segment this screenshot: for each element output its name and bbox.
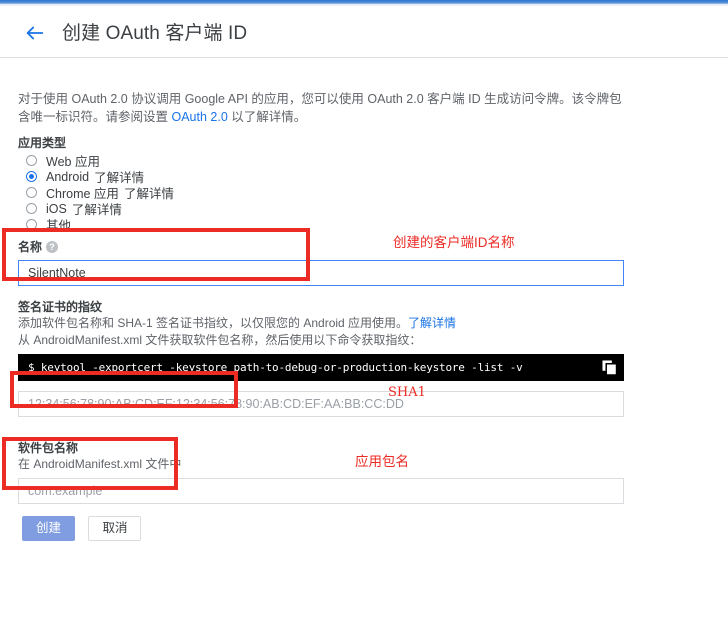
oauth-docs-link[interactable]: OAuth 2.0 [171,110,227,124]
ios-learn-more-link[interactable]: 了解详情 [72,199,122,218]
page-title: 创建 OAuth 客户端 ID [62,23,248,44]
package-name-description: 在 AndroidManifest.xml 文件中 [18,457,182,471]
radio-other-label: 其他 [46,219,72,233]
radio-web-label: Web 应用 [46,155,100,169]
package-name-label: 软件包名称 [18,441,79,455]
cancel-button[interactable]: 取消 [88,516,142,541]
package-name-section: 软件包名称 在 AndroidManifest.xml 文件中 [18,439,624,504]
radio-option-chrome[interactable]: Chrome 应用 了解详情 [18,183,318,202]
radio-android-label: Android [46,169,90,184]
sha1-fingerprint-input[interactable] [18,391,624,417]
keytool-command-text: $ keytool -exportcert -keystore path-to-… [28,361,523,374]
help-icon[interactable]: ? [46,241,59,253]
name-input[interactable] [18,260,624,286]
radio-option-android[interactable]: Android 了解详情 [18,169,318,185]
fingerprint-desc-text: 添加软件包名称和 SHA-1 签名证书指纹，以仅限您的 Android 应用使用… [18,316,409,330]
fingerprint-learn-more-link[interactable]: 了解详情 [408,316,456,330]
fingerprint-section: 签名证书的指纹 添加软件包名称和 SHA-1 签名证书指纹，以仅限您的 Andr… [18,298,624,417]
radio-other-icon[interactable] [26,219,37,230]
radio-option-web[interactable]: Web 应用 [18,153,318,169]
create-oauth-client-id-page: 创建 OAuth 客户端 ID 对于使用 OAuth 2.0 协议调用 Goog… [0,0,728,624]
name-section: 名称? [18,238,624,286]
package-name-input[interactable] [18,478,624,504]
intro-paragraph: 对于使用 OAuth 2.0 协议调用 Google API 的应用，您可以使用… [18,90,632,126]
radio-option-other[interactable]: 其他 [18,217,318,233]
back-button[interactable] [22,20,48,46]
page-header: 创建 OAuth 客户端 ID [0,7,728,57]
fingerprint-description-2: 从 AndroidManifest.xml 文件获取软件包名称，然后使用以下命令… [18,333,422,347]
radio-ios-label: iOS [46,201,67,216]
radio-android-icon[interactable] [26,171,37,182]
radio-option-ios[interactable]: iOS 了解详情 [18,199,318,218]
radio-ios-icon[interactable] [26,203,37,214]
copy-icon[interactable] [602,360,618,376]
radio-chrome-icon[interactable] [26,187,37,198]
keytool-command-block: $ keytool -exportcert -keystore path-to-… [18,354,624,381]
chrome-learn-more-link[interactable]: 了解详情 [124,183,174,202]
name-label-row: 名称? [18,238,624,255]
radio-web-icon[interactable] [26,155,37,166]
form-actions: 创建 取消 [22,516,142,541]
create-button[interactable]: 创建 [22,516,76,541]
fingerprint-label: 签名证书的指纹 [18,300,103,314]
application-type-label: 应用类型 [18,136,67,150]
arrow-left-icon [24,22,46,44]
application-type-group: 应用类型 Web 应用 Android 了解详情 Chrome 应用 了解详情 … [18,134,318,233]
name-label: 名称 [18,240,43,254]
fingerprint-description-1: 添加软件包名称和 SHA-1 签名证书指纹，以仅限您的 Android 应用使用… [18,315,624,332]
intro-text-part2: 以了解详情。 [227,110,307,124]
page-body: 对于使用 OAuth 2.0 协议调用 Google API 的应用，您可以使用… [0,58,728,624]
intro-text-part1: 对于使用 OAuth 2.0 协议调用 Google API 的应用，您可以使用… [18,92,622,124]
